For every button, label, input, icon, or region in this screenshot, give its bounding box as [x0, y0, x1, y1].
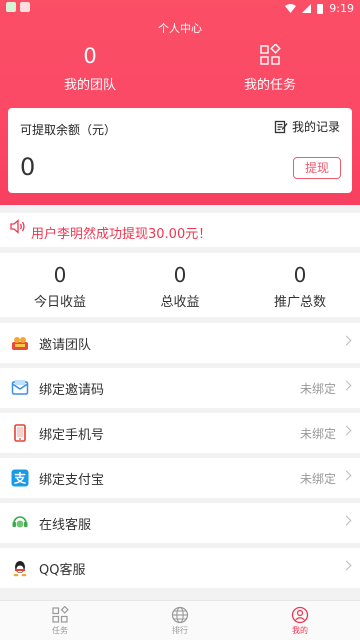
- stat-label: 总收益: [160, 295, 200, 310]
- menu-item-label: 绑定支付宝: [39, 473, 105, 488]
- status-time: 9:19: [329, 2, 354, 15]
- service-icon: [12, 516, 28, 528]
- tab-ranking[interactable]: 排行: [120, 601, 240, 640]
- balance-amount: 0: [20, 153, 36, 181]
- tab-label: 任务: [52, 626, 68, 635]
- notification-app-icon-2: [20, 2, 30, 12]
- stat-value: 0: [293, 263, 307, 287]
- menu-item-online-service[interactable]: 在线客服: [0, 503, 360, 543]
- stat-label: 推广总数: [273, 295, 326, 310]
- chevron-right-icon: [341, 380, 352, 391]
- speaker-icon: [10, 219, 25, 234]
- svg-text:支: 支: [13, 471, 27, 486]
- alipay-icon: 支: [11, 469, 29, 487]
- page-title: 个人中心: [158, 22, 202, 35]
- tasks-label: 我的任务: [243, 78, 296, 93]
- my-records-link[interactable]: 我的记录: [274, 118, 340, 135]
- task-grid-icon: [52, 606, 69, 623]
- tab-label: 排行: [172, 626, 188, 635]
- stat-value: 0: [173, 263, 187, 287]
- balance-card: 可提取余额（元） 我的记录 0 提现: [8, 108, 352, 193]
- stat-label: 今日收益: [33, 295, 86, 310]
- stat-total-referrals[interactable]: 0 推广总数: [240, 253, 360, 317]
- notice-bar: 用户李明然成功提现30.00元！: [0, 213, 360, 247]
- settings-menu: 邀请团队 绑定邀请码 未绑定 绑定手机号 未绑定 支 绑定支付宝 未绑定 在线客…: [0, 323, 360, 593]
- battery-icon: [317, 3, 324, 14]
- chevron-right-icon: [341, 425, 352, 436]
- stat-value: 0: [53, 263, 67, 287]
- menu-item-label: 邀请团队: [39, 338, 92, 353]
- menu-item-label: 在线客服: [39, 518, 92, 533]
- chevron-right-icon: [341, 560, 352, 571]
- menu-item-qq-service[interactable]: QQ客服: [0, 548, 360, 588]
- user-icon: [291, 606, 309, 624]
- team-icon: [12, 337, 28, 350]
- stat-total-earnings[interactable]: 0 总收益: [120, 253, 240, 317]
- withdraw-button[interactable]: 提现: [293, 157, 341, 179]
- chevron-right-icon: [341, 470, 352, 481]
- balance-label: 可提取余额（元）: [20, 123, 117, 137]
- chevron-right-icon: [341, 515, 352, 526]
- menu-item-label: QQ客服: [39, 563, 86, 578]
- records-label: 我的记录: [291, 120, 340, 134]
- chevron-right-icon: [341, 335, 352, 346]
- records-icon: [274, 120, 288, 133]
- phone-icon: [14, 424, 26, 442]
- team-count: 0: [83, 44, 97, 68]
- task-grid-icon: [260, 44, 281, 65]
- menu-item-value: 未绑定: [299, 427, 336, 441]
- stat-today-earnings[interactable]: 0 今日收益: [0, 253, 120, 317]
- tab-tasks[interactable]: 任务: [0, 601, 120, 640]
- notice-text: 用户李明然成功提现30.00元！: [31, 227, 212, 242]
- invite-code-icon: [11, 380, 29, 395]
- status-bar: 9:19: [0, 0, 360, 18]
- menu-item-value: 未绑定: [299, 382, 336, 396]
- menu-item-bind-invite-code[interactable]: 绑定邀请码 未绑定: [0, 368, 360, 408]
- menu-item-label: 绑定手机号: [39, 428, 105, 443]
- my-team[interactable]: 0 我的团队: [0, 44, 180, 93]
- my-tasks[interactable]: 我的任务: [180, 44, 360, 93]
- menu-item-invite-team[interactable]: 邀请团队: [0, 323, 360, 363]
- qq-icon: [13, 561, 27, 577]
- globe-icon: [171, 606, 189, 624]
- notification-app-icon: [6, 2, 16, 12]
- menu-item-bind-phone[interactable]: 绑定手机号 未绑定: [0, 413, 360, 453]
- wifi-icon: [285, 4, 297, 13]
- bottom-tab-bar: 任务 排行 我的: [0, 600, 360, 640]
- tab-mine[interactable]: 我的: [240, 601, 360, 640]
- menu-item-bind-alipay[interactable]: 支 绑定支付宝 未绑定: [0, 458, 360, 498]
- menu-item-value: 未绑定: [299, 472, 336, 486]
- earnings-stats: 0 今日收益 0 总收益 0 推广总数: [0, 253, 360, 317]
- signal-icon: [302, 4, 312, 13]
- team-label: 我的团队: [63, 78, 116, 93]
- tab-label: 我的: [292, 626, 308, 635]
- menu-item-label: 绑定邀请码: [39, 383, 105, 398]
